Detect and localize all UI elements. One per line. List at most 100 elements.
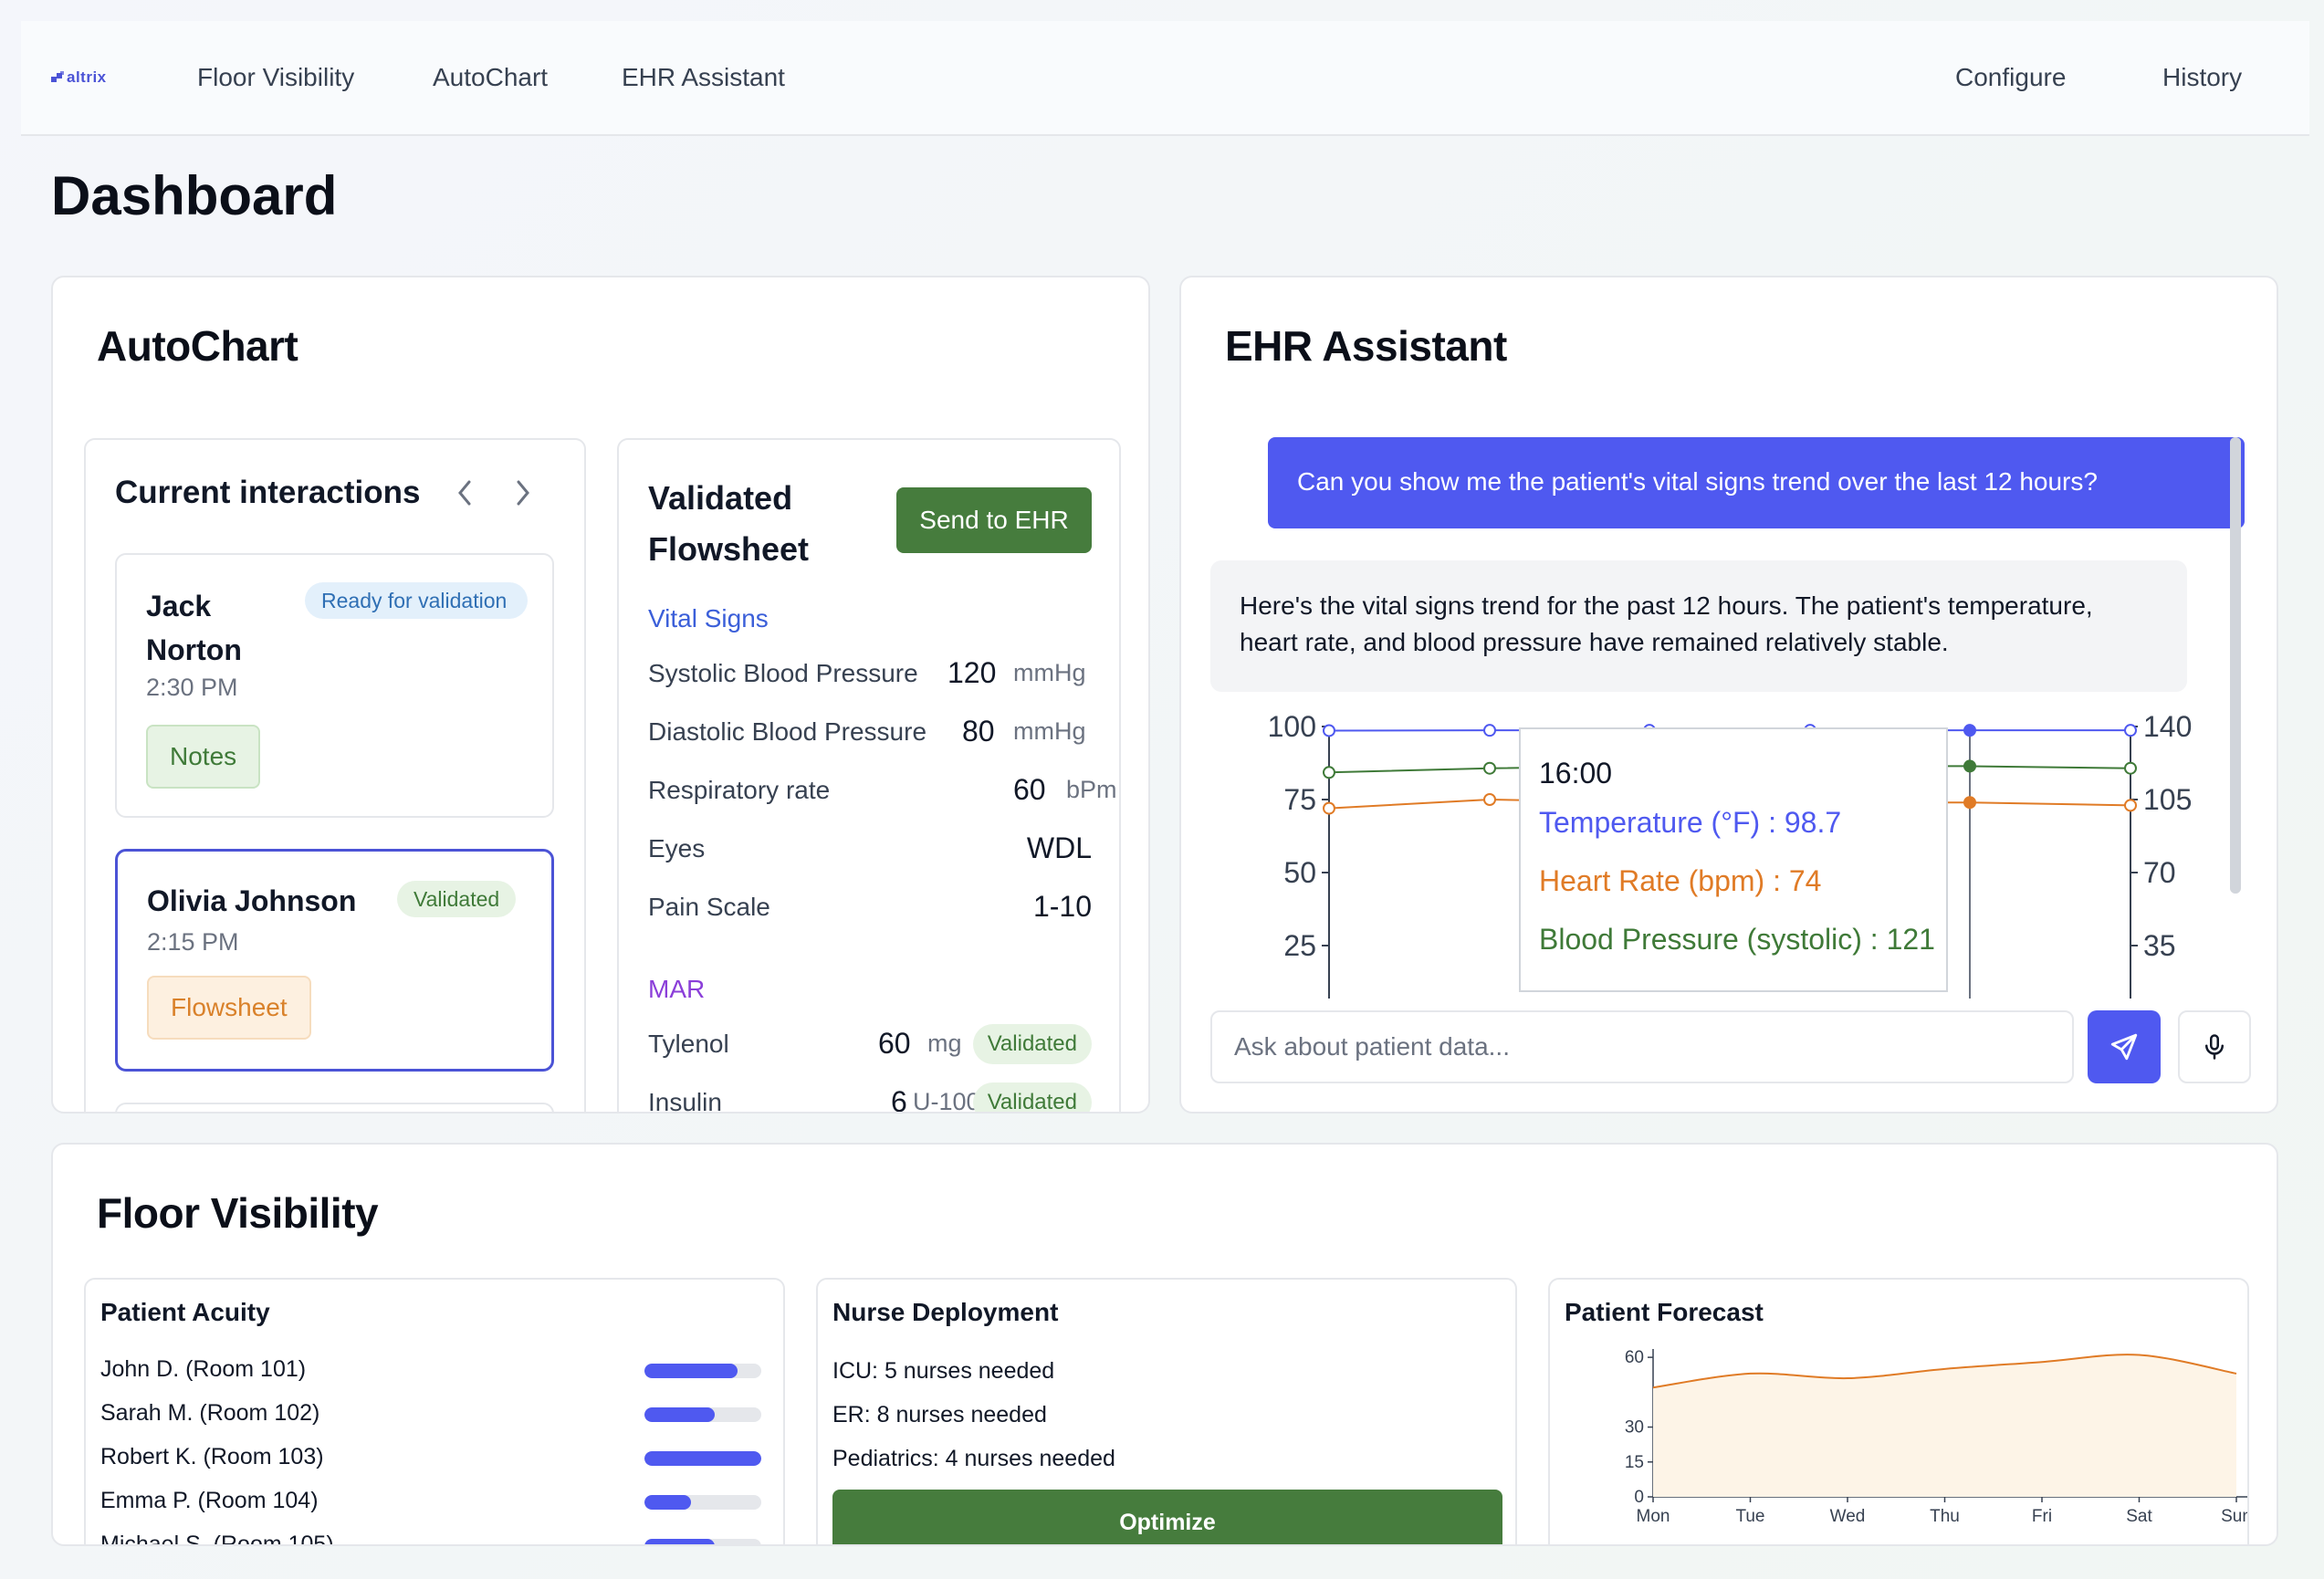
- patient-forecast-panel: Patient Forecast 60 30 15 0 Mon Tue Wed Thu Fri S…: [1548, 1278, 2249, 1544]
- optimize-button[interactable]: Optimize: [832, 1490, 1502, 1544]
- current-interactions-panel: Current interactions Jack Norton 2:30 PM…: [84, 438, 586, 1112]
- forecast-x-tick-label: Wed: [1830, 1507, 1866, 1526]
- chevron-left-icon[interactable]: [455, 476, 475, 518]
- tooltip-temperature: Temperature (°F) : 98.7: [1539, 806, 1842, 839]
- status-badge: Ready for validation: [305, 582, 528, 619]
- vital-label: Pain Scale: [648, 893, 770, 921]
- vital-label: Respiratory rate: [648, 776, 831, 804]
- flowsheet-tag[interactable]: Flowsheet: [147, 976, 311, 1040]
- mar-value: 60: [878, 1027, 911, 1060]
- series-point: [1483, 761, 1496, 775]
- patient-time: 2:30 PM: [146, 674, 238, 701]
- patient-card[interactable]: Jack Norton 2:30 PM Ready for validation…: [115, 553, 554, 818]
- mar-label: Insulin: [648, 1088, 722, 1114]
- user-message: Can you show me the patient's vital sign…: [1268, 437, 2245, 528]
- flowsheet-title: Validated Flowsheet: [648, 479, 810, 568]
- vital-unit: mmHg: [1013, 717, 1086, 745]
- series-point: [2124, 724, 2137, 737]
- patient-forecast-title: Patient Forecast: [1565, 1298, 1764, 1326]
- validated-badge: Validated: [972, 1024, 1092, 1064]
- microphone-button[interactable]: [2178, 1010, 2251, 1083]
- tooltip-time: 16:00: [1539, 757, 1613, 790]
- nav-history[interactable]: History: [2162, 63, 2242, 92]
- patient-time: 2:15 PM: [147, 928, 239, 956]
- nav-configure[interactable]: Configure: [1955, 63, 2066, 92]
- acuity-patient-name: John D. (Room 101): [100, 1356, 307, 1382]
- microphone-icon: [2205, 1034, 2224, 1060]
- vital-value: 1-10: [1032, 890, 1092, 923]
- logo-mark-icon: [51, 71, 64, 84]
- tooltip-heart-rate: Heart Rate (bpm) : 74: [1539, 864, 1822, 897]
- vital-row: Systolic Blood Pressure 120 mmHg: [648, 656, 1092, 695]
- patient-forecast-chart: 60 30 15 0Mon Tue Wed Thu Fri Sat Sun: [1625, 1348, 2247, 1526]
- mar-value: 6: [891, 1085, 907, 1114]
- series-point: [1963, 759, 1976, 773]
- series-point: [1963, 796, 1976, 810]
- vital-value: 120: [947, 656, 997, 689]
- acuity-patient-name: Robert K. (Room 103): [100, 1444, 324, 1469]
- deployment-line: Pediatrics: 4 nurses needed: [832, 1446, 1115, 1471]
- floor-visibility-card: Floor Visibility Patient Acuity John D. …: [51, 1143, 2278, 1546]
- current-interactions-title: Current interactions: [115, 475, 421, 510]
- nav-floor-visibility[interactable]: Floor Visibility: [197, 63, 354, 92]
- acuity-bar-fill: [644, 1364, 738, 1378]
- ehr-assistant-title: EHR Assistant: [1225, 322, 1507, 370]
- right-axis-tick-label: 70: [2143, 856, 2176, 889]
- ehr-assistant-card: EHR Assistant Can you show me the patien…: [1179, 276, 2278, 1114]
- notes-tag[interactable]: Notes: [146, 725, 261, 789]
- mar-unit: mg: [927, 1030, 962, 1057]
- chevron-right-icon[interactable]: [513, 476, 533, 518]
- left-axis-tick-label: 100: [1268, 716, 1316, 743]
- acuity-bar-fill: [644, 1539, 715, 1544]
- logo-text: altrix: [67, 68, 107, 86]
- acuity-patient-name: Sarah M. (Room 102): [100, 1400, 320, 1426]
- ask-input[interactable]: [1210, 1010, 2074, 1083]
- send-to-ehr-button[interactable]: Send to EHR: [896, 487, 1092, 553]
- mar-label: Tylenol: [648, 1030, 729, 1058]
- series-point: [1483, 793, 1496, 806]
- forecast-area: [1653, 1354, 2236, 1497]
- series-point: [1483, 724, 1496, 737]
- patient-card[interactable]: [115, 1103, 554, 1112]
- acuity-bar: [644, 1539, 761, 1544]
- chat-scrollbar[interactable]: [2230, 437, 2241, 894]
- scrollbar-thumb[interactable]: [2230, 437, 2241, 894]
- chart-tooltip: 16:00 Temperature (°F) : 98.7 Heart Rate…: [1519, 727, 1948, 992]
- forecast-x-tick-label: Fri: [2032, 1507, 2052, 1526]
- patient-card[interactable]: Olivia Johnson 2:15 PM Validated Flowshe…: [115, 849, 554, 1072]
- deployment-line: ER: 8 nurses needed: [832, 1402, 1047, 1427]
- acuity-bar: [644, 1364, 761, 1378]
- left-axis-tick-label: 25: [1283, 929, 1316, 962]
- vital-value: WDL: [1026, 831, 1092, 864]
- patient-name: Olivia Johnson: [147, 884, 357, 917]
- vital-value: 80: [962, 715, 995, 748]
- vital-row: Eyes WDL: [648, 831, 1092, 871]
- status-badge: Validated: [397, 881, 517, 917]
- top-nav: altrix Floor Visibility AutoChart EHR As…: [21, 21, 2309, 136]
- patient-acuity-title: Patient Acuity: [100, 1298, 270, 1326]
- nav-ehr-assistant[interactable]: EHR Assistant: [622, 63, 785, 92]
- assistant-message: Here's the vital signs trend for the pas…: [1210, 560, 2187, 692]
- send-button[interactable]: [2088, 1010, 2161, 1083]
- forecast-x-tick-label: Tue: [1735, 1507, 1764, 1526]
- mar-unit: U-100: [913, 1088, 980, 1114]
- forecast-y-tick-label: 60: [1625, 1348, 1644, 1367]
- mar-heading: MAR: [648, 975, 706, 1003]
- acuity-row: Emma P. (Room 104): [100, 1488, 776, 1519]
- altrix-logo[interactable]: altrix: [51, 68, 107, 87]
- right-axis-tick-label: 35: [2143, 929, 2176, 962]
- patient-name: Jack Norton: [146, 590, 242, 666]
- acuity-patient-name: Emma P. (Room 104): [100, 1488, 319, 1513]
- forecast-y-tick-label: 30: [1625, 1418, 1644, 1438]
- series-point: [2124, 761, 2137, 775]
- acuity-bar: [644, 1451, 761, 1466]
- forecast-x-tick-label: Mon: [1637, 1507, 1670, 1526]
- validated-flowsheet-panel: Validated Flowsheet Send to EHR Vital Si…: [617, 438, 1121, 1114]
- left-axis-tick-label: 50: [1283, 856, 1316, 889]
- forecast-y-tick-label: 15: [1625, 1453, 1644, 1472]
- mar-row: Insulin 6 U-100 Validated: [648, 1082, 1092, 1114]
- acuity-bar-fill: [644, 1495, 692, 1510]
- patient-acuity-panel: Patient Acuity John D. (Room 101) Sarah M…: [84, 1278, 785, 1544]
- series-point: [1323, 766, 1335, 779]
- nav-autochart[interactable]: AutoChart: [433, 63, 548, 92]
